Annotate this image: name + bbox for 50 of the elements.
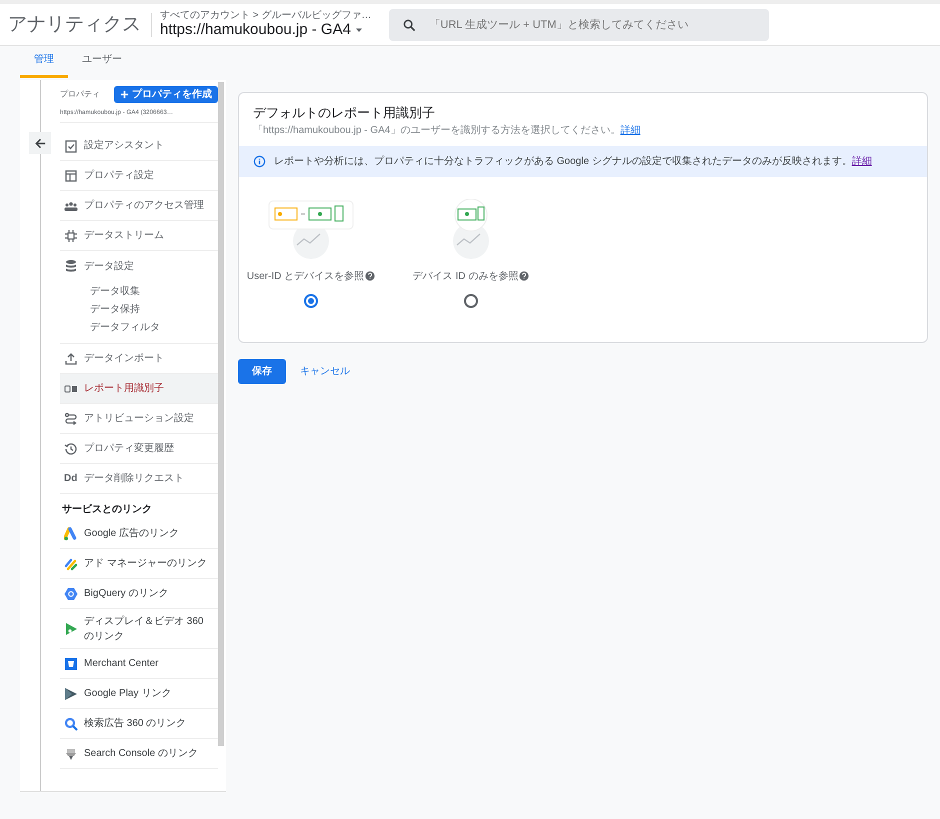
sub-nav-item[interactable]: データ収集 [90,283,218,301]
back-button[interactable] [29,132,51,154]
history-icon [64,442,78,456]
back-arrow-icon [34,136,46,150]
data-deletion-icon: Dd [64,471,78,486]
scrollbar[interactable] [218,82,224,746]
layout-icon [64,168,78,182]
search-icon [403,18,416,32]
caret-icon [354,26,363,34]
details-link[interactable]: 詳細 [852,156,872,166]
info-icon [253,154,266,168]
search-field[interactable]: 「URL 生成ツール + UTM」と検索してみてください [389,8,770,40]
play-triangle-icon [64,622,78,636]
option-label: User-ID とデバイスを参照 [246,270,364,284]
link-item[interactable]: Merchant Center [60,649,218,679]
ad-manager-logo-icon [64,556,78,570]
app-title: アナリティクス [0,12,152,36]
property-label: プロパティ [60,88,100,100]
property-selector[interactable]: https://hamukoubou.jp - GA4 [160,21,372,39]
radio-button[interactable] [304,294,318,308]
details-link[interactable]: 詳細 [620,124,640,136]
link-item[interactable]: Search Console のリンク [60,739,218,769]
card-subtitle: 「https://hamukoubou.jp - GA4」のユーザーを識別する方法を選択してください。詳細 [252,124,642,138]
card-title: デフォルトのレポート用識別子 [252,104,436,122]
route-icon [64,412,78,426]
nav-item[interactable]: データ設定 [60,251,218,281]
tab[interactable]: ユーザー [68,44,136,78]
database-icon [64,259,78,273]
section-title: サービスとのリンク [61,502,153,517]
nav-item[interactable]: レポート用識別子 [60,374,218,404]
storefront-icon [64,656,78,670]
search-console-logo-icon [64,746,78,760]
sub-nav-item[interactable]: データ保持 [90,301,218,319]
sub-nav-item[interactable]: データフィルタ [90,319,218,337]
play-logo-icon [64,686,78,700]
plus-icon [120,90,129,99]
save-button[interactable]: 保存 [238,359,286,384]
upload-icon [64,352,78,366]
checklist-icon [64,138,78,152]
search-logo-icon [64,716,78,730]
bigquery-logo-icon [64,586,78,600]
ads-logo-icon [64,526,78,540]
create-property-button[interactable]: プロパティを作成 [114,86,218,103]
cancel-button[interactable]: キャンセル [294,363,356,380]
help-icon [519,271,530,281]
option-label: デバイス ID のみを参照 [412,270,518,284]
radio-button[interactable] [464,294,478,308]
breadcrumb[interactable]: すべてのアカウント > グルーバルビッグファ… [160,10,372,21]
help-icon [365,271,376,281]
info-text: レポートや分析には、プロパティに十分なトラフィックがある Google シグナルの設定で収集されたデータのみが反映されます。詳細 [274,154,872,168]
